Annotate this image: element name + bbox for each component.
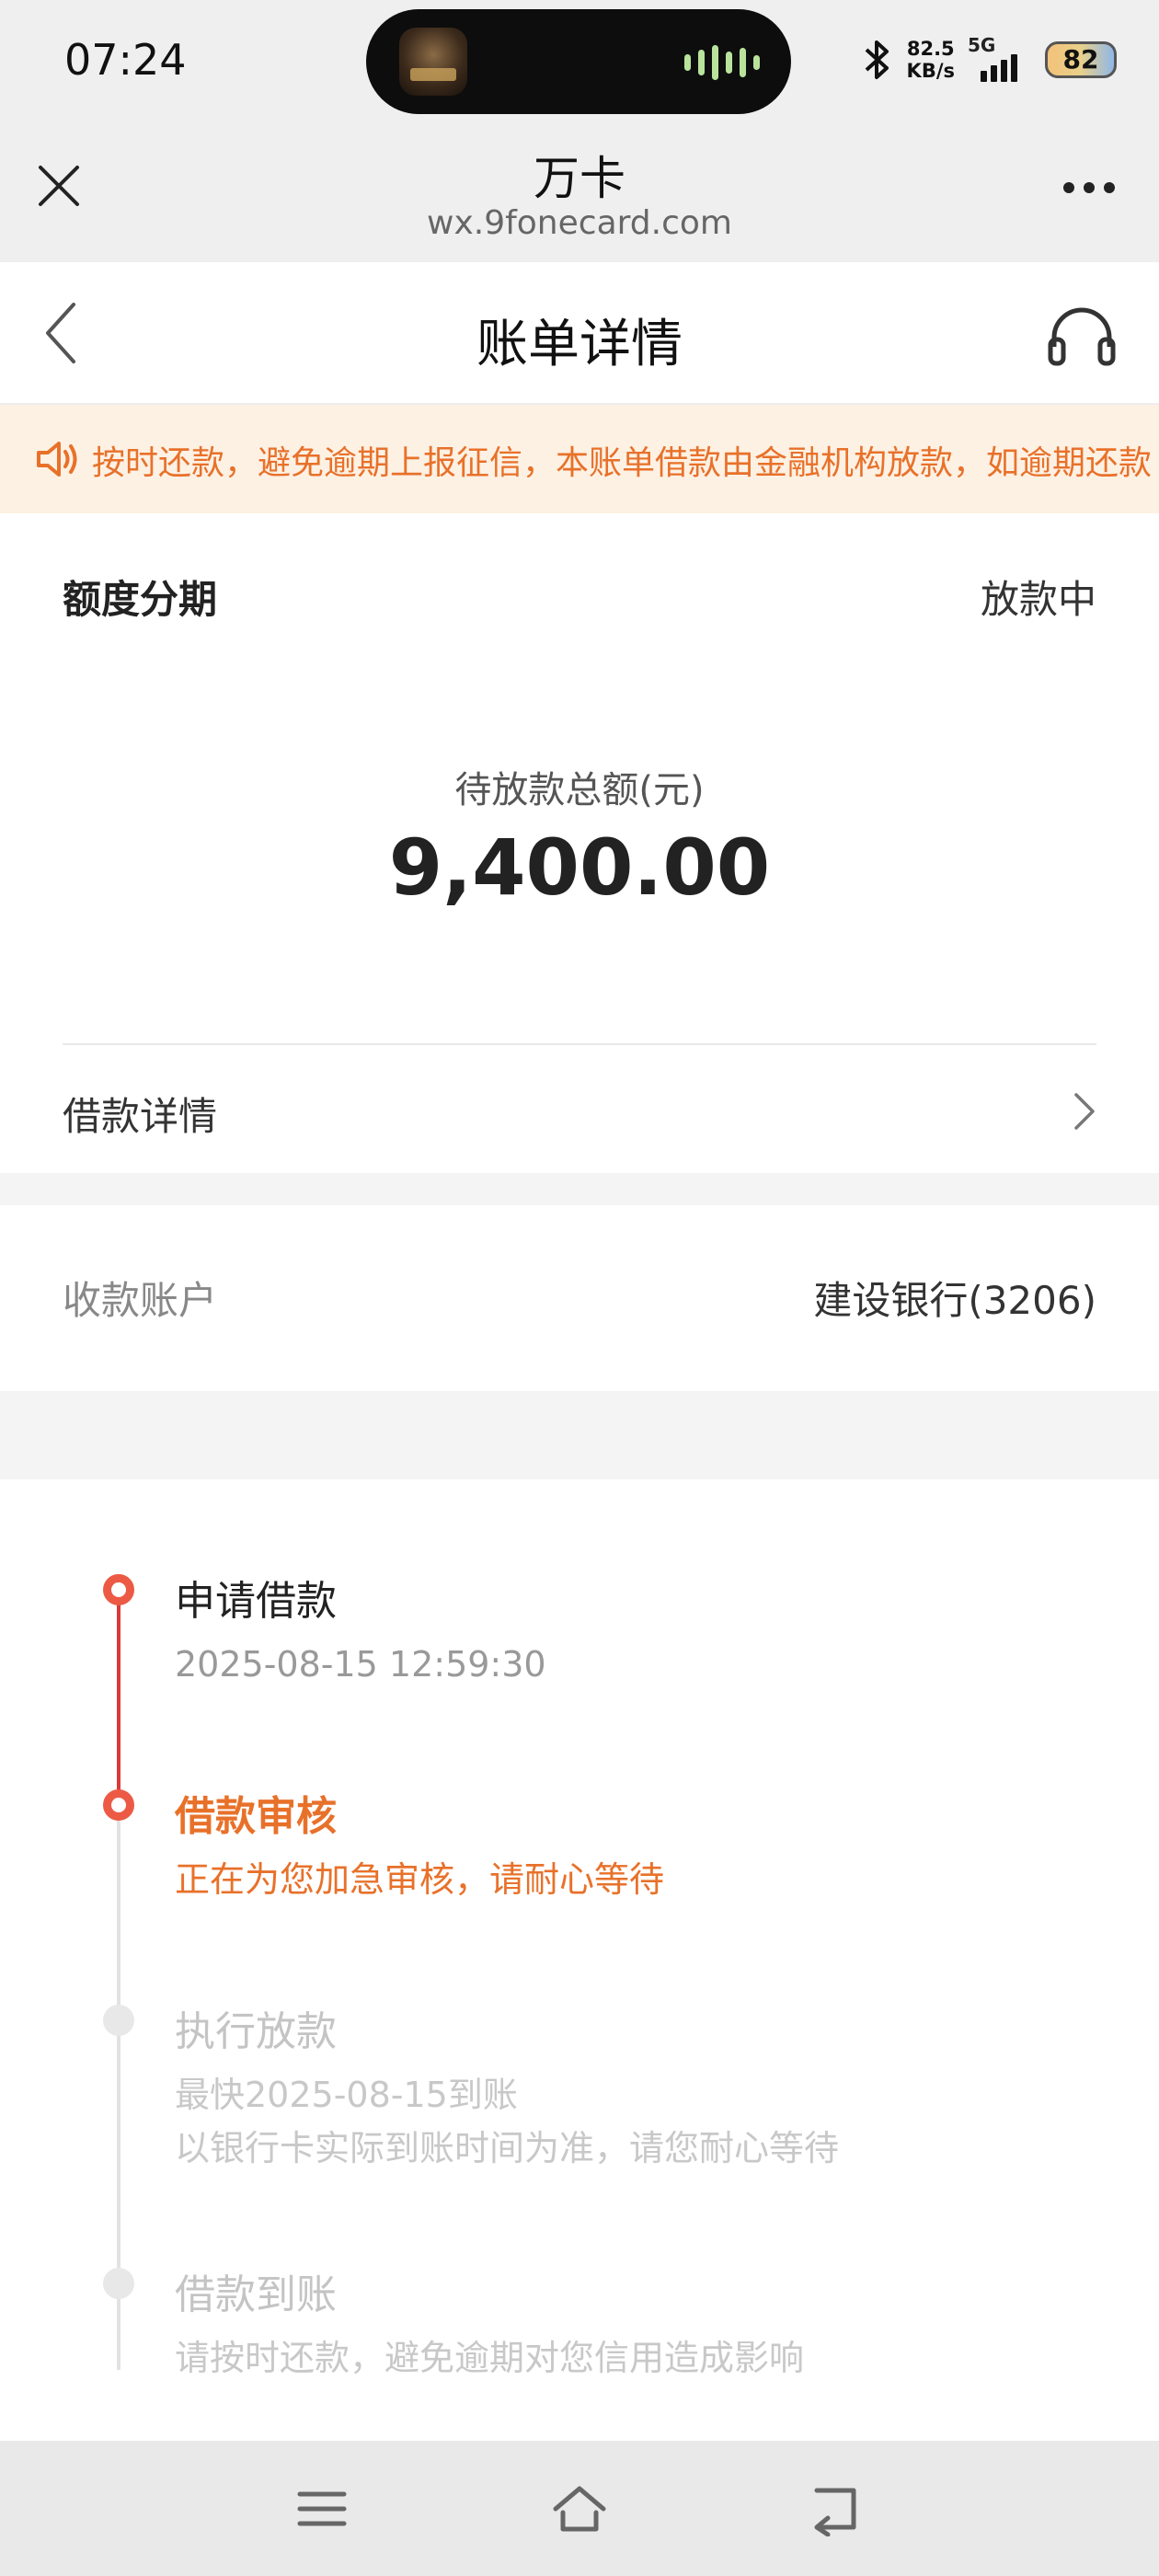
page-title: 账单详情 bbox=[476, 315, 683, 374]
browser-url: wx.9fonecard.com bbox=[427, 204, 732, 242]
timeline-step-desc: 以银行卡实际到账时间为准，请您耐心等待 bbox=[175, 2128, 840, 2168]
dynamic-island[interactable] bbox=[366, 9, 791, 114]
timeline-step-desc: 请按时还款，避免逾期对您信用造成影响 bbox=[175, 2338, 805, 2378]
status-badge: 放款中 bbox=[980, 577, 1096, 622]
bluetooth-icon bbox=[865, 40, 889, 79]
timeline-step-title: 借款到账 bbox=[175, 2271, 337, 2318]
home-icon[interactable] bbox=[550, 2481, 609, 2536]
timeline-line-done bbox=[117, 1590, 120, 1801]
account-value: 建设银行(3206) bbox=[813, 1278, 1096, 1323]
browser-page-title: 万卡 bbox=[534, 152, 625, 205]
signal-icon: 5G bbox=[968, 34, 1032, 82]
status-time: 07:24 bbox=[64, 35, 187, 85]
back-nav-icon[interactable] bbox=[808, 2481, 866, 2536]
timeline-step-time: 2025-08-15 12:59:30 bbox=[175, 1644, 546, 1685]
notice-text: 按时还款，避免逾期上报征信，本账单借款由金融机构放款，如逾期还款 bbox=[92, 444, 1153, 482]
timeline-dot bbox=[103, 1789, 134, 1821]
notice-banner: 按时还款，避免逾期上报征信，本账单借款由金融机构放款，如逾期还款 bbox=[0, 405, 1159, 513]
timeline-step-desc: 最快2025-08-15到账 bbox=[175, 2075, 518, 2115]
chevron-right-icon bbox=[1074, 1093, 1095, 1130]
timeline-dot bbox=[103, 2005, 134, 2036]
product-name: 额度分期 bbox=[63, 577, 218, 622]
app-nav-bar: 账单详情 bbox=[0, 262, 1159, 405]
speaker-icon bbox=[37, 442, 77, 477]
network-speed-unit: KB/s bbox=[906, 60, 955, 82]
timeline-step-title: 申请借款 bbox=[175, 1578, 337, 1625]
bill-summary-card: 额度分期 放款中 待放款总额(元) 9,400.00 借款详情 bbox=[0, 513, 1159, 1173]
more-options-icon[interactable] bbox=[1063, 182, 1115, 193]
timeline-dot bbox=[103, 1574, 134, 1605]
network-type: 5G bbox=[968, 34, 996, 56]
network-speed-value: 82.5 bbox=[906, 38, 955, 60]
media-thumbnail[interactable] bbox=[399, 28, 467, 96]
amount-value: 9,400.00 bbox=[388, 822, 771, 913]
loan-detail-label: 借款详情 bbox=[63, 1094, 218, 1139]
receiving-account-card: 收款账户 建设银行(3206) bbox=[0, 1205, 1159, 1391]
system-nav-bar bbox=[0, 2441, 1159, 2576]
amount-label: 待放款总额(元) bbox=[454, 769, 705, 811]
audio-wave-icon bbox=[684, 44, 760, 81]
network-speed: 82.5 KB/s bbox=[907, 38, 955, 82]
loan-detail-row[interactable]: 借款详情 bbox=[0, 1045, 1159, 1173]
timeline-step-desc: 正在为您加急审核，请耐心等待 bbox=[175, 1859, 665, 1900]
menu-icon[interactable] bbox=[293, 2481, 351, 2536]
account-label: 收款账户 bbox=[63, 1278, 218, 1323]
status-bar: 07:24 82.5 KB/s 5G 82 bbox=[0, 0, 1159, 129]
headset-icon[interactable] bbox=[1047, 303, 1117, 369]
browser-header: 万卡 wx.9fonecard.com bbox=[0, 129, 1159, 262]
status-indicators: 82.5 KB/s 5G 82 bbox=[861, 34, 1117, 83]
timeline-step-title: 执行放款 bbox=[175, 2008, 337, 2055]
timeline-dot bbox=[103, 2268, 134, 2299]
timeline-step-title: 借款审核 bbox=[175, 1793, 337, 1840]
battery-icon: 82 bbox=[1045, 41, 1117, 78]
progress-timeline: 申请借款 2025-08-15 12:59:30 借款审核 正在为您加急审核，请… bbox=[0, 1479, 1159, 2441]
